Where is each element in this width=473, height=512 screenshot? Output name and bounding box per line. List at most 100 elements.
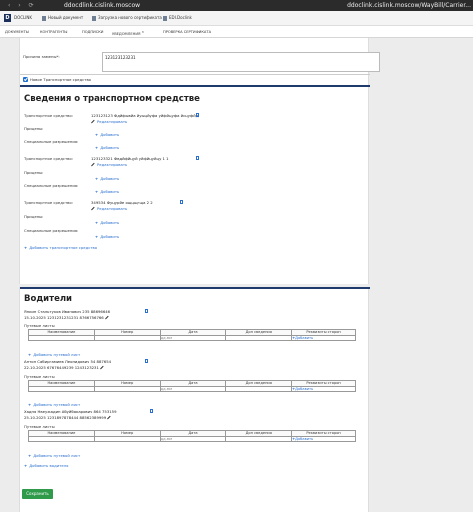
table-row: дд.мм +Добавить — [28, 334, 356, 341]
cell[interactable] — [93, 334, 161, 341]
trailers-label: Прицепы: — [24, 126, 44, 131]
delete-vehicle-icon[interactable] — [180, 200, 183, 204]
delete-vehicle-icon[interactable] — [196, 156, 199, 160]
delete-driver-icon[interactable] — [145, 309, 148, 313]
add-trailer-link[interactable]: + Добавить — [95, 176, 119, 181]
bookmarks-bar: D DOCLINK Новый документ Загрузка нового… — [0, 11, 473, 26]
date-cell[interactable]: дд.мм — [159, 385, 227, 392]
vehicle-value: 349534 Фуцурйе ощцщгща 2 2 — [91, 200, 153, 205]
waybills-label: Путевые листы — [24, 323, 55, 328]
plus-icon: + — [95, 220, 99, 225]
add-trailer-link[interactable]: + Добавить — [95, 132, 119, 137]
pencil-icon — [91, 163, 95, 167]
date-cell[interactable]: дд.мм — [159, 334, 227, 341]
bookmark-doclink[interactable]: DOCLINK — [14, 15, 32, 21]
driver-line2: 22.10.2025 67676449239 1243123231 — [24, 365, 106, 370]
add-parties-link[interactable]: +Добавить — [291, 385, 356, 392]
cell[interactable] — [225, 385, 293, 392]
notification-badge: 3 — [141, 30, 144, 34]
cell[interactable] — [225, 334, 293, 341]
delete-vehicle-icon[interactable] — [196, 113, 199, 117]
checkbox-checked-icon[interactable] — [23, 77, 28, 82]
date-cell[interactable]: дд.мм — [159, 435, 227, 442]
reason-textarea[interactable]: 123123123231 — [102, 52, 380, 72]
add-parties-link[interactable]: +Добавить — [291, 435, 356, 442]
delete-driver-icon[interactable] — [150, 409, 153, 413]
reason-label: Причина замены*: — [23, 54, 60, 59]
add-driver-link[interactable]: + Добавить водителя — [24, 463, 68, 468]
waybills-table: Наименование Номер Дата Доп сведения Рек… — [28, 380, 356, 392]
nav-check-certificate[interactable]: ПРОВЕРКА СЕРТИФИКАТА — [163, 29, 211, 35]
cell[interactable] — [28, 334, 95, 341]
add-vehicle-link[interactable]: + Добавить транспортное средство — [24, 245, 97, 250]
driver-line2: 15.10.2025 1231231231231 8766756766 — [24, 315, 111, 320]
plus-icon: + — [24, 463, 28, 468]
plus-icon: + — [95, 189, 99, 194]
plus-icon: + — [95, 176, 99, 181]
vehicle-value: 123123123 Фдйфывйа йуыцйуфа уйфйцуфа йсц… — [91, 113, 199, 118]
nav-documents[interactable]: ДОКУМЕНТЫ — [5, 29, 29, 35]
trailers-label: Прицепы: — [24, 214, 44, 219]
vehicle-label: Транспортное средство: — [24, 200, 73, 205]
nav-counterparties[interactable]: КОНТРАГЕНТЫ — [40, 29, 67, 35]
browser-nav-icons[interactable]: ‹ › ⟳ — [8, 2, 37, 9]
cell[interactable] — [28, 435, 95, 442]
nav-subscriptions[interactable]: ПОДПИСКИ — [82, 29, 103, 35]
cell[interactable] — [93, 435, 161, 442]
edit-vehicle-link[interactable]: Редактировать — [91, 119, 127, 124]
cell[interactable] — [93, 385, 161, 392]
pencil-icon[interactable] — [107, 416, 112, 420]
address-bar-right: ddoclink.cislink.moscow/WayBill/Carrier.… — [347, 2, 471, 9]
add-waybill-link[interactable]: + Добавить путевой лист — [28, 453, 80, 458]
add-permit-link[interactable]: + Добавить — [95, 234, 119, 239]
pencil-icon[interactable] — [105, 316, 109, 320]
plus-icon: + — [28, 352, 32, 357]
transport-section-title: Сведения о транспортном средстве — [24, 94, 200, 104]
add-permit-link[interactable]: + Добавить — [95, 145, 119, 150]
divider — [20, 74, 370, 75]
plus-icon: + — [28, 402, 32, 407]
app-navigation: ДОКУМЕНТЫ КОНТРАГЕНТЫ ПОДПИСКИ УВЕДОМЛЕН… — [0, 26, 473, 38]
vehicle-label: Транспортное средство: — [24, 113, 73, 118]
permits-label: Специальные разрешения: — [24, 139, 79, 144]
permits-label: Специальные разрешения: — [24, 183, 79, 188]
pencil-icon[interactable] — [100, 366, 105, 370]
cell[interactable] — [225, 435, 293, 442]
add-parties-link[interactable]: +Добавить — [291, 334, 356, 341]
add-waybill-link[interactable]: + Добавить путевой лист — [28, 352, 80, 357]
nav-notifications[interactable]: УВЕДОМЛЕНИЯ 3 — [112, 29, 144, 37]
plus-icon: + — [28, 453, 32, 458]
driver-line1: Янкин Стальтуков Иванович 235 88696646 — [24, 309, 111, 314]
edit-vehicle-link[interactable]: Редактировать — [91, 162, 127, 167]
delete-driver-icon[interactable] — [145, 359, 148, 363]
trailers-label: Прицепы: — [24, 170, 44, 175]
plus-icon: + — [95, 145, 99, 150]
bookmark-edi[interactable]: EDI.Doclink — [163, 15, 192, 21]
save-button[interactable]: Сохранить — [22, 489, 53, 499]
bookmark-upload-certificate[interactable]: Загрузка нового сертификата — [92, 15, 162, 21]
driver-line1: Хадня Нвеужадин Абуйбакарович 864 753159 — [24, 409, 117, 414]
add-permit-link[interactable]: + Добавить — [95, 189, 119, 194]
browser-top-bar: ‹ › ⟳ ddocdlink.cislink.moscow ddoclink.… — [0, 0, 473, 11]
section-divider — [20, 287, 370, 289]
plus-icon: + — [95, 234, 99, 239]
section-divider — [20, 85, 370, 87]
bookmark-new-document[interactable]: Новый документ — [42, 15, 83, 21]
edit-vehicle-link[interactable]: Редактировать — [91, 206, 127, 211]
driver-line2: 25.10.2025 1231897878444 88562389999 — [24, 415, 113, 420]
waybill-form-card: Причина замены*: 123123123231 Новое Тран… — [19, 38, 380, 284]
vehicle-value: 123123321 Фвдйфйцуй уйфйцуйцу 1 1 — [91, 156, 169, 161]
new-vehicle-checkbox-label: Новое Транспортное средство — [30, 77, 92, 82]
plus-icon: + — [95, 132, 99, 137]
address-bar[interactable]: ddocdlink.cislink.moscow — [64, 2, 140, 9]
folder-icon — [163, 15, 167, 21]
driver-line1: Антон Сабиргамиев Леонидович 54 887654 — [24, 359, 112, 364]
add-trailer-link[interactable]: + Добавить — [95, 220, 119, 225]
plus-icon: + — [24, 245, 28, 250]
table-row: дд.мм +Добавить — [28, 385, 356, 392]
permits-label: Специальные разрешения: — [24, 228, 79, 233]
pencil-icon — [91, 120, 95, 124]
add-waybill-link[interactable]: + Добавить путевой лист — [28, 402, 80, 407]
cell[interactable] — [28, 385, 95, 392]
vehicle-label: Транспортное средство: — [24, 156, 73, 161]
